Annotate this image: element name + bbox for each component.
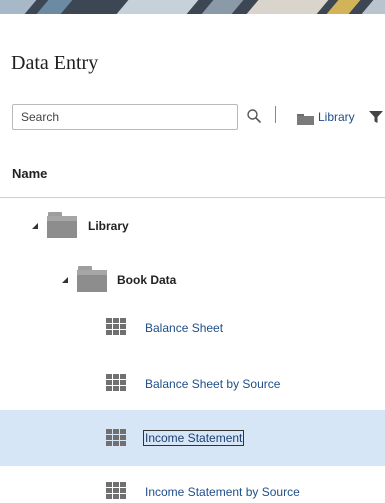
tree-row-book-data[interactable]: Book Data: [0, 252, 385, 308]
grid-form-icon: [106, 429, 126, 447]
folder-icon: [297, 112, 314, 125]
tree-label-book-data: Book Data: [117, 273, 177, 287]
tree-row-income-statement-by-source[interactable]: Income Statement by Source: [0, 466, 385, 503]
data-entry-page: Data Entry Library Name Library: [0, 0, 385, 503]
grid-form-icon: [106, 374, 126, 392]
filter-icon[interactable]: [369, 110, 383, 124]
toolbar-separator: [275, 106, 276, 123]
collapse-triangle-icon[interactable]: [32, 223, 38, 229]
grid-form-icon: [106, 482, 126, 500]
tree-row-balance-sheet[interactable]: Balance Sheet: [0, 301, 385, 357]
header-banner: [0, 0, 385, 14]
grid-form-icon: [106, 318, 126, 336]
tree-row-income-statement[interactable]: Income Statement: [0, 410, 385, 466]
page-title: Data Entry: [11, 52, 99, 74]
search-icon[interactable]: [244, 106, 264, 126]
form-link-income-statement[interactable]: Income Statement: [142, 430, 245, 446]
column-header-name[interactable]: Name: [12, 166, 47, 181]
library-button-label: Library: [318, 110, 355, 124]
table-header: Name: [0, 152, 385, 198]
folder-icon: [47, 212, 77, 238]
form-link-balance-sheet[interactable]: Balance Sheet: [145, 321, 223, 335]
library-button[interactable]: Library: [297, 104, 355, 130]
form-link-balance-sheet-by-source[interactable]: Balance Sheet by Source: [145, 377, 280, 391]
collapse-triangle-icon[interactable]: [62, 277, 68, 283]
folder-icon: [77, 266, 107, 292]
tree-label-library: Library: [88, 219, 129, 233]
tree-row-library[interactable]: Library: [0, 198, 385, 254]
tree-row-balance-sheet-by-source[interactable]: Balance Sheet by Source: [0, 357, 385, 413]
search-input[interactable]: [12, 104, 238, 130]
form-link-income-statement-by-source[interactable]: Income Statement by Source: [145, 485, 300, 499]
